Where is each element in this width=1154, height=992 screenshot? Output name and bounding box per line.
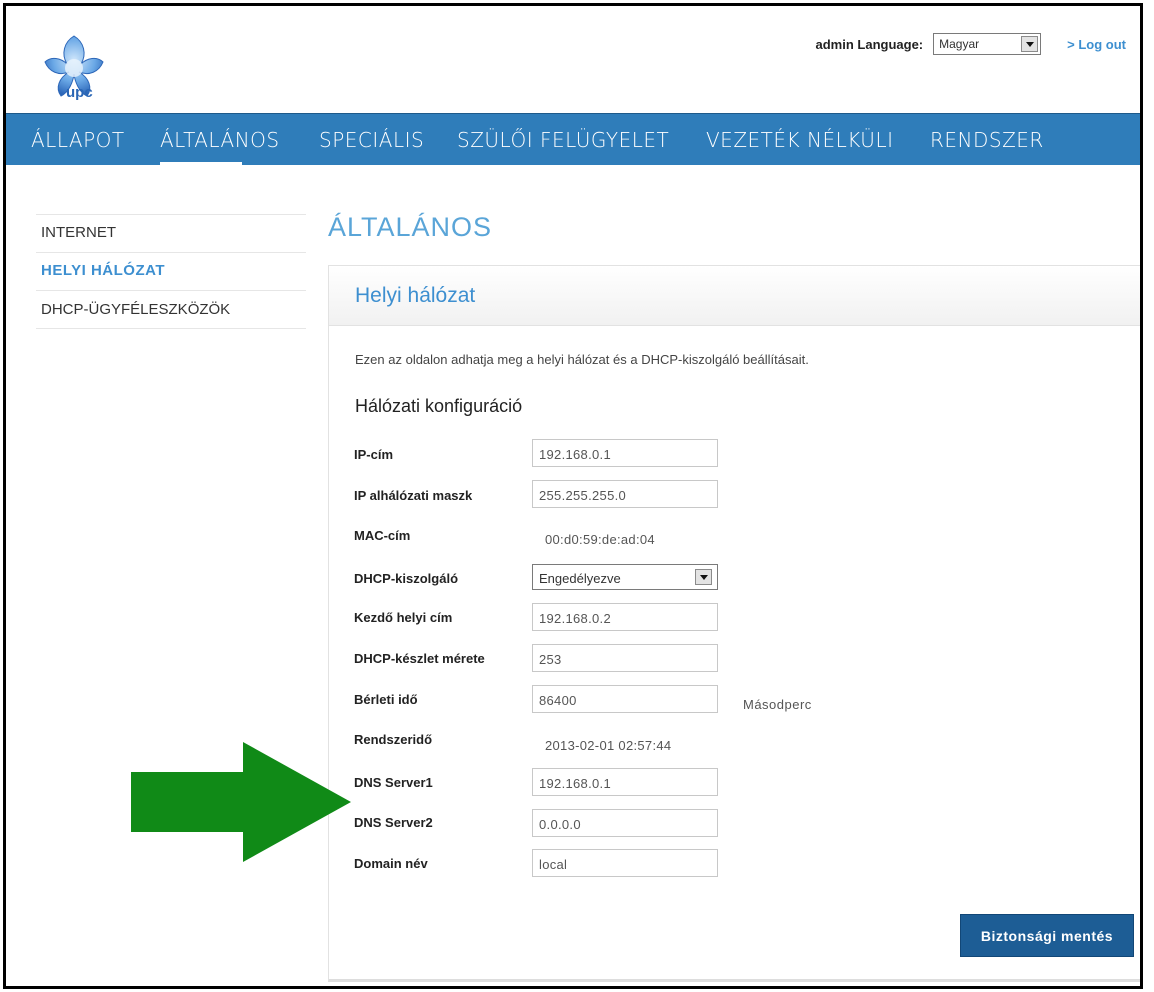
- dns2-label: DNS Server2: [354, 815, 433, 830]
- ip-input[interactable]: 192.168.0.1: [532, 439, 718, 467]
- language-select[interactable]: Magyar: [933, 33, 1042, 55]
- nav-item-specialis[interactable]: SPECIÁLIS: [319, 128, 424, 152]
- save-button[interactable]: Biztonsági mentés: [960, 914, 1134, 957]
- sidebar-item-helyi-halozat[interactable]: HELYI HÁLÓZAT: [41, 262, 165, 279]
- start-address-input[interactable]: 192.168.0.2: [532, 603, 718, 631]
- nav-item-allapot[interactable]: ÁLLAPOT: [31, 128, 125, 152]
- dhcp-server-label: DHCP-kiszolgáló: [354, 571, 459, 586]
- language-selected-value: Magyar: [939, 37, 980, 51]
- nav-item-altalanos[interactable]: ÁLTALÁNOS: [160, 128, 280, 152]
- panel-title: Helyi hálózat: [355, 284, 476, 307]
- page-title: ÁLTALÁNOS: [328, 212, 493, 242]
- nav-active-indicator: [160, 162, 242, 166]
- subnet-label: IP alhálózati maszk: [354, 488, 473, 503]
- subnet-input[interactable]: 255.255.255.0: [532, 480, 718, 508]
- section-title: Hálózati konfiguráció: [355, 396, 523, 416]
- sidebar-divider: [36, 214, 306, 215]
- nav-item-szuloi-felugyelet[interactable]: SZÜLŐI FELÜGYELET: [457, 128, 669, 152]
- dns2-input[interactable]: 0.0.0.0: [532, 809, 718, 837]
- panel-header: Helyi hálózat: [329, 266, 1140, 326]
- pool-size-label: DHCP-készlet mérete: [354, 651, 485, 666]
- domain-input[interactable]: local: [532, 849, 718, 877]
- admin-language-label: admin Language:: [815, 36, 924, 52]
- chevron-down-icon[interactable]: [695, 569, 712, 585]
- system-time-label: Rendszeridő: [354, 732, 433, 747]
- dhcp-server-select[interactable]: Engedélyezve: [532, 564, 718, 590]
- dns1-label: DNS Server1: [354, 775, 433, 790]
- lease-time-unit: Másodperc: [743, 697, 812, 712]
- nav-item-rendszer[interactable]: RENDSZER: [930, 128, 1044, 152]
- top-bar: admin Language: Magyar > Log out: [816, 33, 1126, 55]
- settings-panel: Helyi hálózat Ezen az oldalon adhatja me…: [328, 265, 1140, 982]
- sidebar-divider: [36, 252, 306, 253]
- nav-item-vezetek-nelkuli[interactable]: VEZETÉK NÉLKÜLI: [706, 128, 893, 152]
- green-arrow-icon: [131, 742, 351, 862]
- browser-frame: upc admin Language: Magyar > Log out ÁLL…: [3, 3, 1143, 989]
- lease-time-label: Bérleti idő: [354, 692, 418, 707]
- lease-time-input[interactable]: 86400: [532, 685, 718, 713]
- logout-link[interactable]: > Log out: [1067, 37, 1126, 52]
- sidebar-divider: [36, 328, 306, 329]
- main-nav: ÁLLAPOT ÁLTALÁNOS SPECIÁLIS SZÜLŐI FELÜG…: [6, 113, 1140, 166]
- dns1-input[interactable]: 192.168.0.1: [532, 768, 718, 796]
- logo-text: upc: [66, 84, 93, 101]
- system-time-value: 2013-02-01 02:57:44: [545, 738, 672, 753]
- chevron-down-icon[interactable]: [1021, 36, 1039, 52]
- mac-label: MAC-cím: [354, 528, 411, 543]
- pool-size-input[interactable]: 253: [532, 644, 718, 672]
- domain-label: Domain név: [354, 856, 428, 871]
- mac-value: 00:d0:59:de:ad:04: [545, 532, 655, 547]
- start-address-label: Kezdő helyi cím: [354, 610, 453, 625]
- sidebar-item-dhcp-ugyfeleszkozok[interactable]: DHCP-ÜGYFÉLESZKÖZÖK: [41, 301, 230, 318]
- page-description: Ezen az oldalon adhatja meg a helyi háló…: [355, 352, 809, 367]
- sidebar-divider: [36, 290, 306, 291]
- sidebar-item-internet[interactable]: INTERNET: [41, 224, 116, 241]
- ip-label: IP-cím: [354, 447, 394, 462]
- dhcp-server-value: Engedélyezve: [539, 571, 621, 586]
